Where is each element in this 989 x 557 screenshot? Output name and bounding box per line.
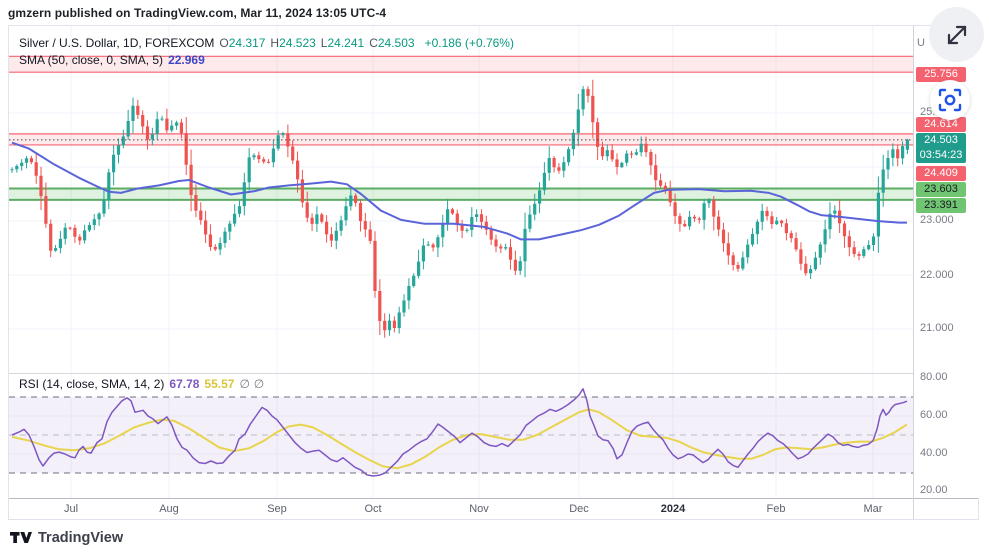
time-axis-label: Sep xyxy=(267,503,287,515)
support-level-badge: 23.391 xyxy=(916,198,966,213)
tradingview-logo[interactable]: TradingView xyxy=(10,529,123,546)
fullscreen-button[interactable] xyxy=(929,7,984,62)
change-value: +0.186 (+0.76%) xyxy=(425,36,514,50)
ohlc-item: L24.241 xyxy=(321,36,364,50)
time-axis[interactable]: Jul Aug Sep Oct Nov Dec 2024 Feb Mar xyxy=(9,498,978,519)
page: { "header": { "attribution": "gmzern pub… xyxy=(0,0,989,557)
tradingview-logo-text: TradingView xyxy=(38,530,123,546)
price-chart-canvas[interactable] xyxy=(9,26,913,498)
time-axis-label: Jul xyxy=(64,503,78,515)
rsi-label[interactable]: RSI (14, close, SMA, 14, 2) xyxy=(19,377,164,391)
screenshot-button[interactable] xyxy=(930,80,970,120)
rsi-legend-row: RSI (14, close, SMA, 14, 2) 67.78 55.57 ∅ ∅ xyxy=(19,377,269,391)
support-level-badge: 23.603 xyxy=(916,182,966,197)
symbol-legend-row: Silver / U.S. Dollar, 1D, FOREXCOM O24.31… xyxy=(19,36,519,50)
ohlc-item: H24.523 xyxy=(270,36,315,50)
price-scale-label: 40.00 xyxy=(920,447,948,459)
price-scale-label: 80.00 xyxy=(920,371,948,383)
scale-unit-label: U xyxy=(917,37,925,49)
ohlc-item: C24.503 xyxy=(369,36,414,50)
attribution-text: gmzern published on TradingView.com, Mar… xyxy=(8,6,386,20)
time-axis-label: Dec xyxy=(569,503,589,515)
chart-frame: Silver / U.S. Dollar, 1D, FOREXCOM O24.31… xyxy=(8,25,979,520)
price-scale-label: 23.000 xyxy=(920,214,954,226)
sma-value: 22.969 xyxy=(168,53,205,67)
countdown-timer: 03:54:23 xyxy=(916,148,966,163)
time-axis-label: Oct xyxy=(364,503,381,515)
price-scale-label: 60.00 xyxy=(920,409,948,421)
resistance-level-badge: 24.614 xyxy=(916,117,966,132)
time-axis-label: Aug xyxy=(159,503,179,515)
time-axis-label: Mar xyxy=(864,503,883,515)
sma-label[interactable]: SMA (50, close, 0, SMA, 5) xyxy=(19,53,163,67)
symbol-title[interactable]: Silver / U.S. Dollar, 1D, FOREXCOM xyxy=(19,36,214,50)
price-scale-label: 22.000 xyxy=(920,269,954,281)
sma-legend-row: SMA (50, close, 0, SMA, 5) 22.969 xyxy=(19,53,210,67)
pane-divider[interactable] xyxy=(9,373,978,374)
time-axis-label: Nov xyxy=(469,503,489,515)
rsi-band-values: ∅ ∅ xyxy=(239,377,264,391)
ohlc-item: O24.317 xyxy=(219,36,265,50)
expand-icon xyxy=(944,22,970,48)
rsi-value: 67.78 xyxy=(169,377,199,391)
axis-corner-divider xyxy=(913,498,914,519)
price-scale-label: 20.00 xyxy=(920,484,948,496)
resistance-level-badge: 24.409 xyxy=(916,166,966,181)
current-price-badge: 24.50303:54:23 xyxy=(916,133,966,163)
time-axis-label: 2024 xyxy=(661,503,685,515)
tradingview-mark-icon xyxy=(10,529,32,546)
price-scale-label: 21.000 xyxy=(920,322,954,334)
time-axis-label: Feb xyxy=(767,503,786,515)
ohlc-values: O24.317 H24.523 L24.241 C24.503 xyxy=(219,36,419,50)
resistance-level-badge: 25.756 xyxy=(916,67,966,82)
camera-icon xyxy=(938,88,962,112)
rsi-ma-value: 55.57 xyxy=(204,377,234,391)
